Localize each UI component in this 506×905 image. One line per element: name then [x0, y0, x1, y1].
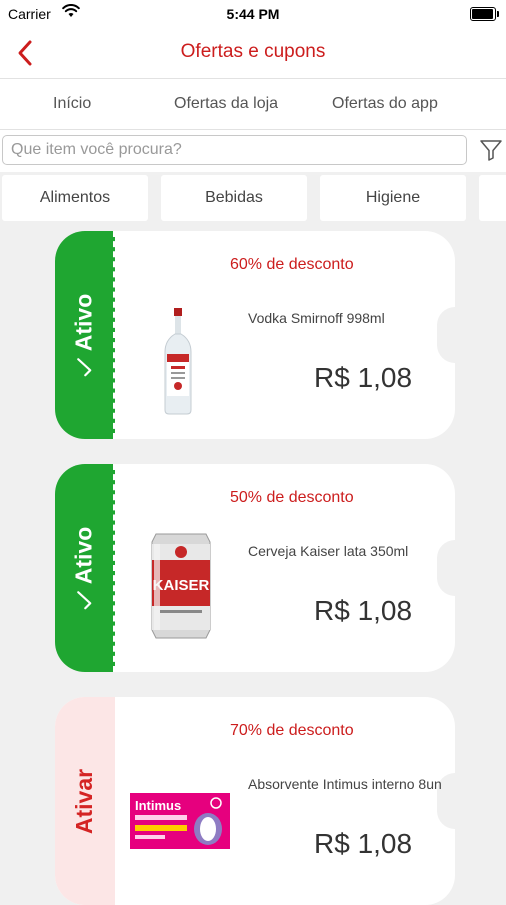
beer-can-image: KAISER	[151, 533, 211, 639]
product-name: Vodka Smirnoff 998ml	[248, 310, 385, 326]
funnel-icon[interactable]	[479, 138, 503, 162]
search-input[interactable]	[2, 135, 467, 165]
check-icon	[76, 357, 92, 376]
can-brand-text: KAISER	[153, 577, 210, 594]
status-toggle-active[interactable]: Ativo	[55, 231, 115, 439]
battery-icon	[470, 7, 499, 21]
offer-card[interactable]: Ativo KAISER 50% de desconto Cerveja Kai…	[55, 464, 455, 672]
status-toggle-active[interactable]: Ativo	[55, 464, 115, 672]
offer-card[interactable]: Ativar Intimus 70% de desconto Absorvent…	[55, 697, 455, 905]
search-bar	[0, 130, 506, 172]
tab-bar: Início Ofertas da loja Ofertas do app	[0, 79, 506, 130]
price: R$ 1,08	[314, 828, 413, 859]
category-chip-alimentos[interactable]: Alimentos	[2, 175, 148, 221]
check-icon	[76, 590, 92, 609]
status-label: Ativo	[70, 293, 97, 351]
ticket-notch	[437, 307, 455, 363]
category-chip-more[interactable]	[479, 175, 506, 221]
category-chip-higiene[interactable]: Higiene	[320, 175, 466, 221]
package-brand-text: Intimus	[135, 798, 181, 813]
absorbent-package-image: Intimus	[130, 793, 230, 849]
status-label: Ativo	[70, 526, 97, 584]
product-name: Absorvente Intimus interno 8un	[248, 776, 442, 792]
tab-ofertas-da-loja[interactable]: Ofertas da loja	[174, 95, 278, 113]
tab-ofertas-do-app[interactable]: Ofertas do app	[332, 95, 438, 113]
navigation-bar: Ofertas e cupons	[0, 28, 506, 79]
offer-card[interactable]: Ativo 60% de desconto Vodka Smirnoff 998…	[55, 231, 455, 439]
product-name: Cerveja Kaiser lata 350ml	[248, 543, 409, 559]
page-title: Ofertas e cupons	[180, 41, 326, 62]
vodka-bottle-image	[164, 308, 192, 415]
clock: 5:44 PM	[226, 6, 280, 22]
status-bar: Carrier 5:44 PM	[0, 0, 506, 28]
price: R$ 1,08	[314, 595, 413, 626]
ticket-notch	[437, 540, 455, 596]
price: R$ 1,08	[314, 362, 413, 393]
discount-label: 50% de desconto	[230, 489, 354, 506]
discount-label: 60% de desconto	[230, 256, 354, 273]
category-chip-bebidas[interactable]: Bebidas	[161, 175, 307, 221]
status-label: Ativar	[71, 768, 98, 834]
status-toggle-inactive[interactable]: Ativar	[55, 697, 115, 905]
tab-inicio[interactable]: Início	[53, 95, 91, 113]
discount-label: 70% de desconto	[230, 722, 354, 739]
